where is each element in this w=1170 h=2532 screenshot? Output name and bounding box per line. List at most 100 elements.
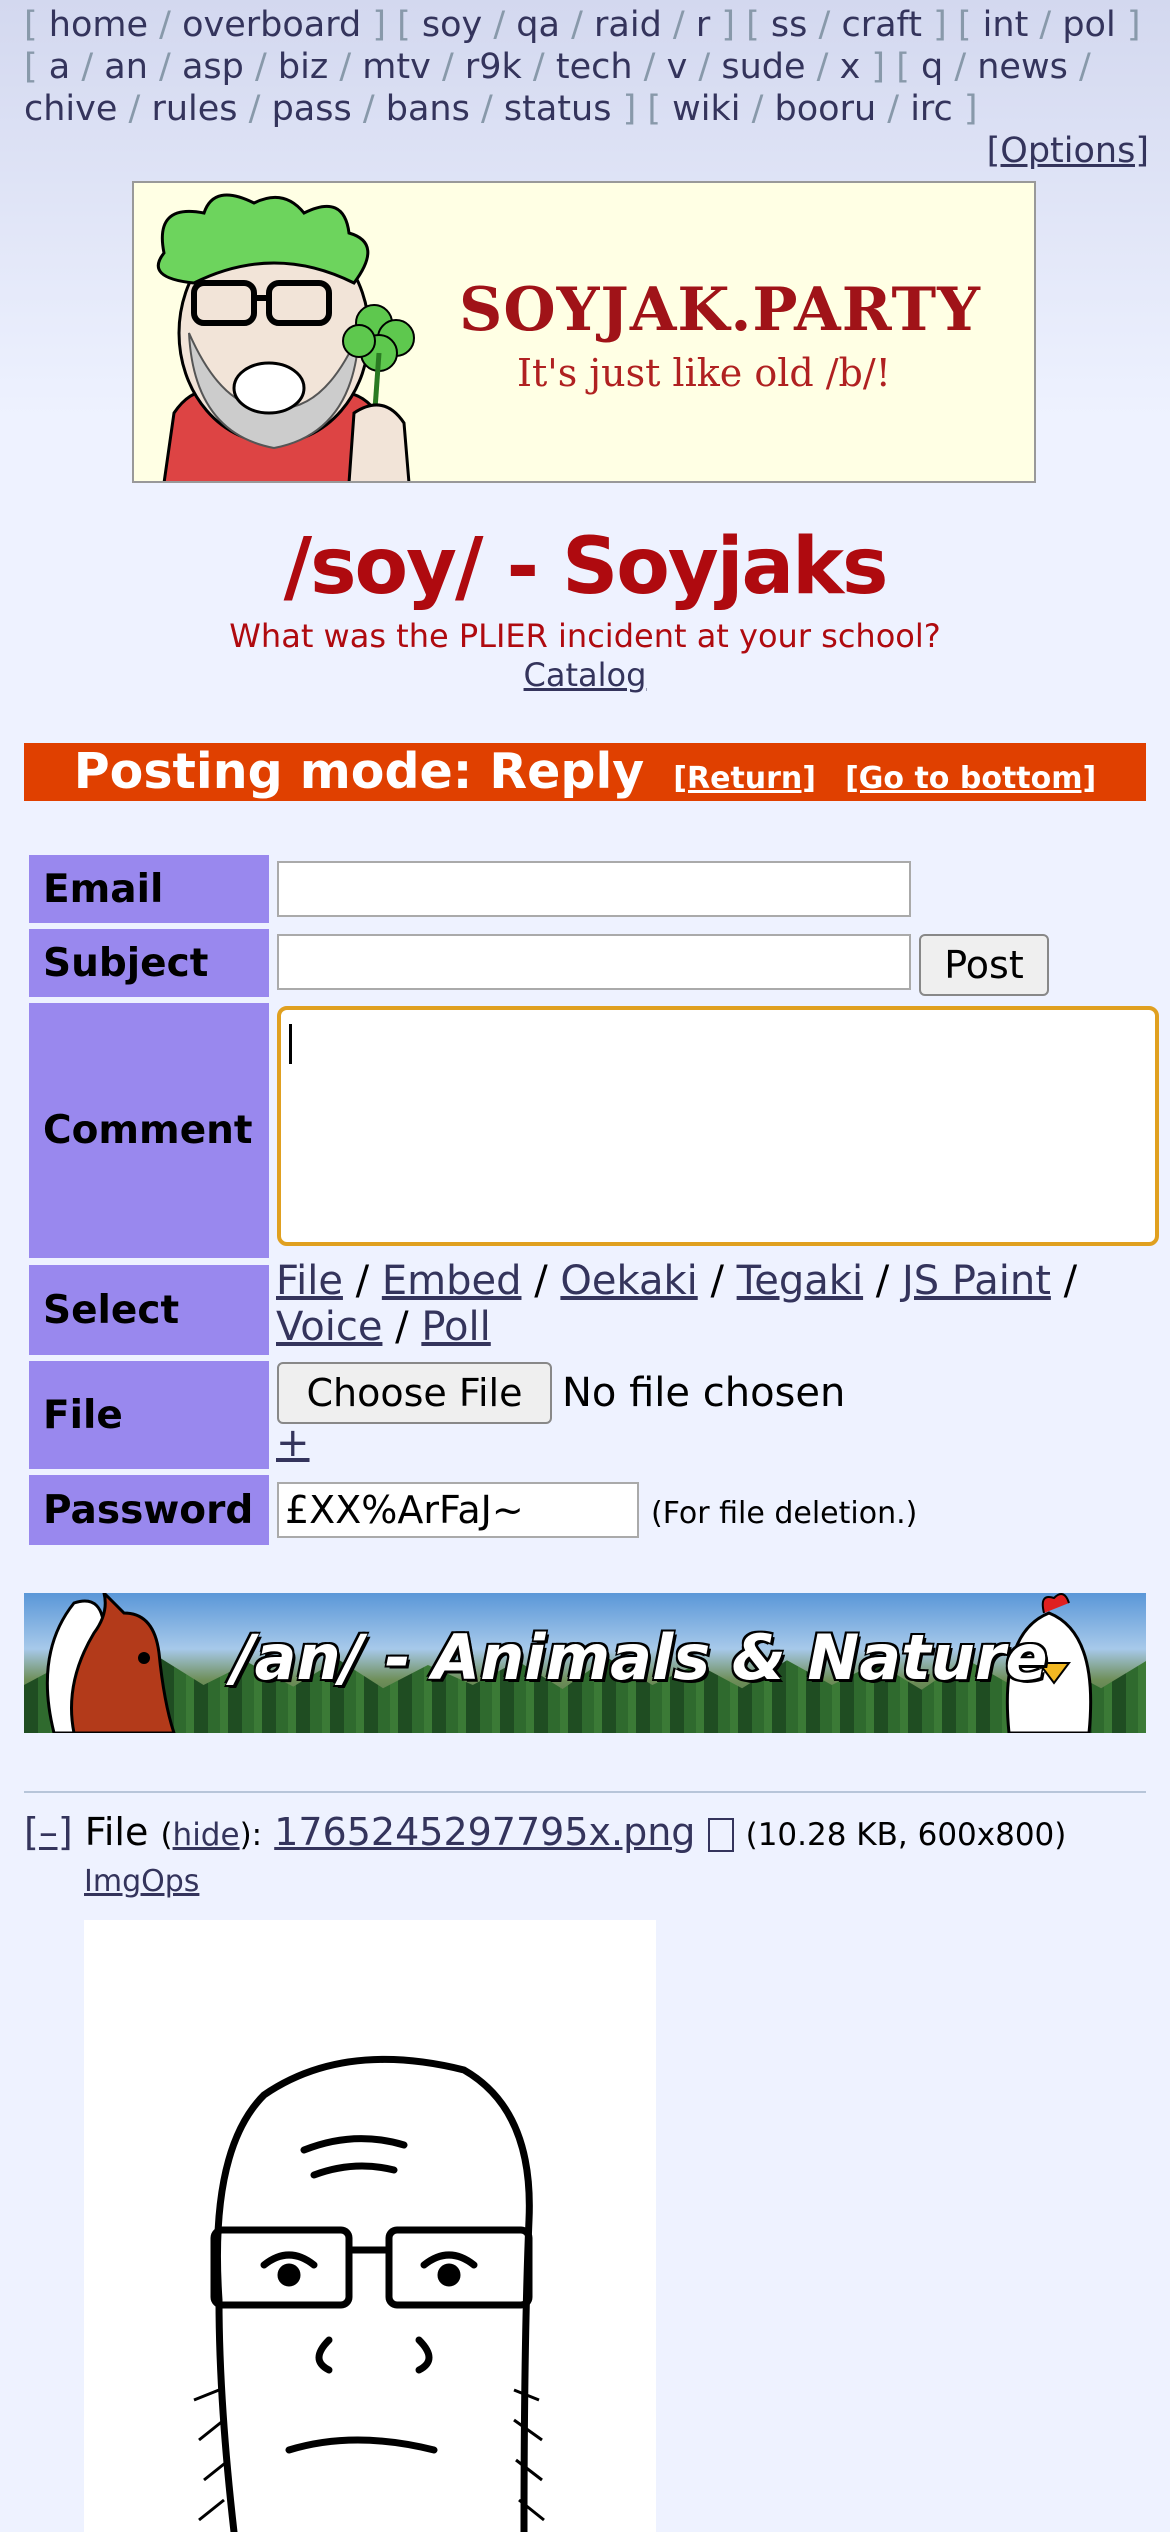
options-link[interactable]: [Options] bbox=[987, 130, 1149, 172]
nav-separator: / bbox=[70, 47, 105, 87]
nav-separator: / bbox=[469, 89, 504, 129]
nav-bracket: [ bbox=[746, 5, 771, 45]
nav-separator: / bbox=[807, 5, 842, 45]
nav-link-overboard[interactable]: overboard bbox=[182, 5, 361, 45]
nav-link-irc[interactable]: irc bbox=[910, 89, 953, 129]
nav-link-news[interactable]: news bbox=[977, 47, 1068, 87]
site-banner[interactable]: SOYJAK.PARTY It's just like old /b/! bbox=[132, 181, 1036, 483]
nav-separator: / bbox=[351, 89, 386, 129]
nav-bracket: ] bbox=[611, 89, 648, 129]
board-ad-banner[interactable]: /an/ - Animals & Nature bbox=[24, 1593, 1146, 1733]
nav-link-raid[interactable]: raid bbox=[594, 5, 662, 45]
add-file-link[interactable]: + bbox=[276, 1420, 310, 1466]
password-field[interactable] bbox=[277, 1482, 639, 1538]
divider bbox=[24, 1791, 1146, 1793]
nav-separator: / bbox=[1028, 5, 1063, 45]
nav-link-ss[interactable]: ss bbox=[771, 5, 807, 45]
nav-bracket: ] bbox=[710, 5, 747, 45]
nav-link-x[interactable]: x bbox=[840, 47, 861, 87]
nav-link-bans[interactable]: bans bbox=[386, 89, 470, 129]
file-meta: (10.28 KB, 600x800) bbox=[745, 1817, 1067, 1853]
select-separator: / bbox=[382, 1304, 422, 1350]
nav-link-v[interactable]: v bbox=[667, 47, 688, 87]
nav-separator: / bbox=[687, 47, 722, 87]
return-link[interactable]: [Return] bbox=[673, 761, 816, 796]
nav-separator: / bbox=[147, 47, 182, 87]
email-label: Email bbox=[29, 855, 269, 923]
ad-banner-text: /an/ - Animals & Nature bbox=[232, 1621, 1048, 1694]
nav-link-rules[interactable]: rules bbox=[151, 89, 237, 129]
soyjak-banner-icon bbox=[156, 193, 415, 481]
nav-separator: / bbox=[740, 89, 775, 129]
banner-subtitle: It's just like old /b/! bbox=[517, 351, 891, 395]
nav-link-pol[interactable]: pol bbox=[1062, 5, 1115, 45]
select-option-voice[interactable]: Voice bbox=[276, 1304, 382, 1350]
nav-link-asp[interactable]: asp bbox=[182, 47, 244, 87]
nav-link-an[interactable]: an bbox=[104, 47, 148, 87]
select-option-oekaki[interactable]: Oekaki bbox=[560, 1258, 697, 1304]
file-label-text: File bbox=[84, 1810, 149, 1854]
hide-link[interactable]: hide bbox=[173, 1817, 240, 1853]
nav-separator: / bbox=[661, 5, 696, 45]
nav-separator: / bbox=[632, 47, 667, 87]
nav-separator: / bbox=[1067, 47, 1091, 87]
nav-separator: / bbox=[559, 5, 595, 45]
email-field[interactable] bbox=[277, 861, 911, 917]
nav-link-q[interactable]: q bbox=[921, 47, 943, 87]
nav-bracket: ] bbox=[952, 89, 978, 129]
nav-link-qa[interactable]: qa bbox=[516, 5, 560, 45]
nav-separator: / bbox=[430, 47, 465, 87]
nav-link-biz[interactable]: biz bbox=[278, 47, 328, 87]
nav-link-sude[interactable]: sude bbox=[721, 47, 805, 87]
file-label: File bbox=[29, 1361, 269, 1469]
filename-link[interactable]: 1765245297795x.png bbox=[274, 1810, 695, 1854]
select-option-embed[interactable]: Embed bbox=[382, 1258, 522, 1304]
nav-link-craft[interactable]: craft bbox=[841, 5, 922, 45]
hide-wrap: (hide): bbox=[160, 1817, 263, 1853]
choose-file-button[interactable]: Choose File bbox=[277, 1362, 552, 1424]
select-separator: / bbox=[1050, 1258, 1078, 1304]
nav-link-int[interactable]: int bbox=[983, 5, 1029, 45]
go-to-bottom-link[interactable]: [Go to bottom] bbox=[845, 761, 1096, 796]
post-image-soyjak[interactable] bbox=[84, 1920, 656, 2532]
nav-link-r[interactable]: r bbox=[696, 5, 710, 45]
nav-separator: / bbox=[328, 47, 363, 87]
select-separator: / bbox=[697, 1258, 737, 1304]
collapse-toggle[interactable]: [–] bbox=[24, 1810, 73, 1854]
nav-bracket: ] bbox=[860, 47, 897, 87]
posting-mode-label: Posting mode: Reply bbox=[73, 743, 645, 800]
nav-separator: / bbox=[521, 47, 556, 87]
imgops-wrap: ImgOps bbox=[84, 1864, 199, 1899]
board-subtitle: What was the PLIER incident at your scho… bbox=[229, 617, 941, 655]
nav-bracket: [ bbox=[957, 5, 983, 45]
nav-link-tech[interactable]: tech bbox=[556, 47, 633, 87]
select-option-js-paint[interactable]: JS Paint bbox=[902, 1258, 1051, 1304]
nav-link-home[interactable]: home bbox=[49, 5, 148, 45]
posting-mode-bar: Posting mode: Reply [Return] [Go to bott… bbox=[24, 743, 1146, 801]
select-option-poll[interactable]: Poll bbox=[421, 1304, 490, 1350]
comment-textarea[interactable] bbox=[277, 1006, 1159, 1246]
post-button[interactable]: Post bbox=[919, 934, 1049, 996]
nav-link-soy[interactable]: soy bbox=[422, 5, 482, 45]
nav-link-status[interactable]: status bbox=[504, 89, 612, 129]
imgops-link[interactable]: ImgOps bbox=[84, 1864, 199, 1899]
select-option-tegaki[interactable]: Tegaki bbox=[737, 1258, 863, 1304]
nav-link-a[interactable]: a bbox=[49, 47, 70, 87]
nav-link-pass[interactable]: pass bbox=[272, 89, 352, 129]
password-note: (For file deletion.) bbox=[651, 1496, 918, 1531]
comment-label: Comment bbox=[29, 1003, 269, 1258]
nav-link-chive[interactable]: chive bbox=[24, 89, 117, 129]
board-list-nav: [ home / overboard ] [ soy / qa / raid /… bbox=[24, 4, 1149, 171]
nav-link-mtv[interactable]: mtv bbox=[362, 47, 431, 87]
soyjak-face-icon bbox=[193, 2055, 545, 2532]
catalog-link[interactable]: Catalog bbox=[524, 656, 647, 694]
download-icon[interactable] bbox=[707, 1817, 734, 1852]
board-title: /soy/ - Soyjaks bbox=[283, 522, 889, 612]
squirrel-icon bbox=[45, 1593, 176, 1733]
subject-field[interactable] bbox=[277, 934, 911, 990]
nav-link-booru[interactable]: booru bbox=[775, 89, 877, 129]
nav-bracket: [ bbox=[24, 47, 49, 87]
nav-link-r9k[interactable]: r9k bbox=[465, 47, 522, 87]
select-option-file[interactable]: File bbox=[276, 1258, 343, 1304]
nav-link-wiki[interactable]: wiki bbox=[672, 89, 740, 129]
